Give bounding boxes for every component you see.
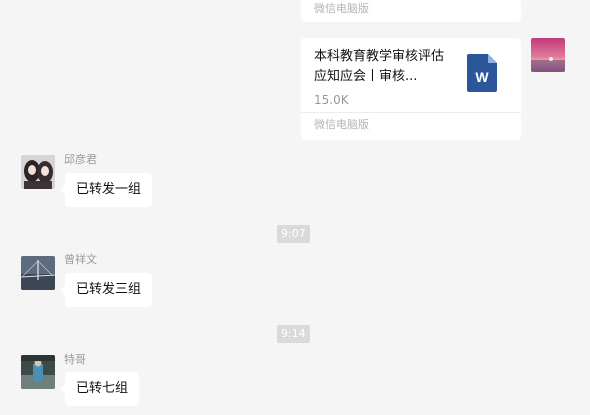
word-icon-letter: W — [475, 69, 489, 85]
message-bubble[interactable]: 已转发一组 — [59, 173, 153, 207]
file-message-card[interactable]: 本科教育教学审核评估应知应会丨审核... 15.0K W 微信电脑版 — [301, 38, 521, 140]
previous-file-card[interactable]: 微信电脑版 — [301, 0, 521, 22]
chat-area: 微信电脑版 本科教育教学审核评估应知应会丨审核... 15.0K W 微信电脑版… — [0, 0, 590, 415]
sender-name: 特哥 — [64, 353, 86, 366]
message-bubble[interactable]: 已转发三组 — [59, 273, 153, 307]
my-avatar[interactable] — [531, 38, 565, 72]
avatar-te[interactable] — [21, 355, 55, 389]
sender-name: 邱彦君 — [64, 153, 97, 166]
message-bubble[interactable]: 已转七组 — [59, 372, 140, 406]
timestamp: 9:07 — [277, 225, 310, 243]
file-card-source: 微信电脑版 — [301, 112, 521, 137]
avatar-qiu[interactable] — [21, 155, 55, 189]
timestamp: 9:14 — [277, 325, 310, 343]
avatar-zeng[interactable] — [21, 256, 55, 290]
file-name: 本科教育教学审核评估应知应会丨审核... — [314, 49, 445, 84]
file-size: 15.0K — [314, 93, 349, 107]
word-file-icon: W — [467, 54, 497, 92]
sender-name: 曾祥文 — [64, 253, 97, 266]
file-card-source: 微信电脑版 — [314, 2, 369, 15]
